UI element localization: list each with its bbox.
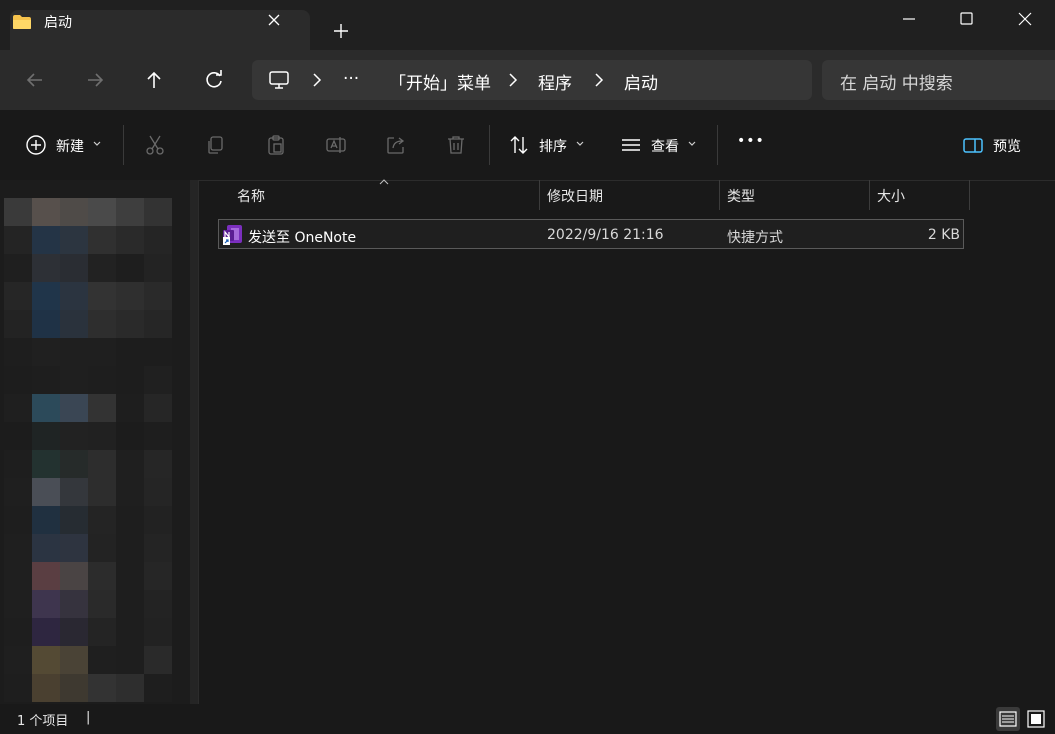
- chevron-right-icon: [310, 72, 324, 88]
- new-tab-button[interactable]: [330, 20, 352, 42]
- delete-icon[interactable]: [444, 133, 468, 157]
- maximize-button[interactable]: [953, 8, 979, 30]
- refresh-icon[interactable]: [201, 67, 227, 93]
- chevron-down-icon: [575, 139, 585, 149]
- column-divider[interactable]: [969, 180, 970, 210]
- item-count: 1 个项目: [17, 714, 69, 729]
- breadcrumb-overflow[interactable]: ···: [343, 69, 359, 89]
- forward-arrow-icon[interactable]: [82, 67, 108, 93]
- rename-icon[interactable]: [324, 133, 348, 157]
- pane-divider: [198, 180, 199, 704]
- this-pc-icon[interactable]: [268, 69, 290, 91]
- file-name: 发送至 OneNote: [248, 230, 357, 246]
- window-close-button[interactable]: [1012, 8, 1038, 30]
- toolbar-divider: [717, 125, 718, 165]
- onenote-shortcut-icon: [222, 224, 244, 246]
- file-size: 2 KB: [927, 227, 960, 243]
- column-header-modified[interactable]: 修改日期: [547, 186, 603, 206]
- close-icon[interactable]: [263, 9, 285, 31]
- status-bar: [0, 704, 1055, 734]
- column-header-type[interactable]: 类型: [727, 186, 755, 206]
- chevron-right-icon: [592, 72, 606, 88]
- breadcrumb-startup[interactable]: 启动: [624, 69, 658, 94]
- column-header-name[interactable]: 名称: [237, 186, 265, 206]
- sort-icon[interactable]: [507, 133, 531, 157]
- chevron-right-icon: [506, 72, 520, 88]
- search-placeholder: 在 启动 中搜索: [840, 74, 953, 94]
- navigation-pane-blurred: [4, 198, 186, 702]
- minimize-button[interactable]: [896, 8, 922, 30]
- sort-ascending-icon: [378, 178, 390, 186]
- tab-title: 启动: [44, 15, 72, 31]
- folder-icon: [12, 12, 32, 32]
- preview-pane-icon[interactable]: [961, 133, 985, 157]
- preview-button[interactable]: 预览: [993, 136, 1021, 156]
- column-divider[interactable]: [719, 180, 720, 210]
- address-bar[interactable]: [252, 60, 812, 100]
- view-lines-icon[interactable]: [619, 133, 643, 157]
- new-button[interactable]: 新建: [56, 136, 84, 156]
- breadcrumb-start-menu[interactable]: 「开始」菜单: [389, 69, 491, 94]
- back-arrow-icon[interactable]: [22, 67, 48, 93]
- more-options-button[interactable]: •••: [737, 133, 765, 149]
- chevron-down-icon: [92, 139, 102, 149]
- paste-icon[interactable]: [264, 133, 288, 157]
- cut-icon[interactable]: [143, 133, 167, 157]
- new-plus-icon[interactable]: [24, 133, 48, 157]
- status-divider: |: [86, 710, 91, 725]
- details-view-button[interactable]: [996, 707, 1020, 731]
- toolbar-divider: [123, 125, 124, 165]
- column-divider[interactable]: [869, 180, 870, 210]
- view-button[interactable]: 查看: [651, 136, 679, 156]
- tiles-view-button[interactable]: [1024, 707, 1048, 731]
- breadcrumb-programs[interactable]: 程序: [538, 69, 572, 94]
- sort-button[interactable]: 排序: [539, 136, 567, 156]
- share-icon[interactable]: [384, 133, 408, 157]
- toolbar-divider: [489, 125, 490, 165]
- copy-icon[interactable]: [203, 133, 227, 157]
- up-arrow-icon[interactable]: [141, 67, 167, 93]
- navigation-pane-scrollbar[interactable]: [190, 180, 198, 704]
- file-type: 快捷方式: [727, 230, 783, 246]
- column-header-size[interactable]: 大小: [877, 186, 905, 206]
- chevron-down-icon: [687, 139, 697, 149]
- file-modified-date: 2022/9/16 21:16: [547, 227, 664, 243]
- column-divider[interactable]: [539, 180, 540, 210]
